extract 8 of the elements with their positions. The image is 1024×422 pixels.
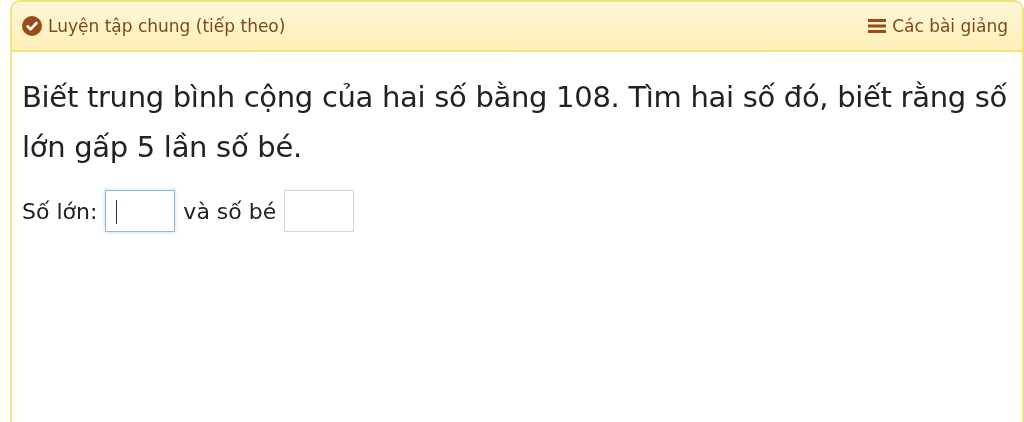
question-text: Biết trung bình cộng của hai số bằng 108. Tìm hai số đó, biết rằng số lớn gấp 5 lần số bé. (22, 79, 1009, 166)
menu-icon (868, 18, 887, 34)
answer-field[interactable] (105, 190, 176, 232)
lessons-link[interactable]: Các bài giảng (868, 16, 1008, 36)
answer-label: và số bé (183, 198, 277, 224)
answer-field[interactable] (284, 190, 355, 232)
answer-label: Số lớn: (22, 198, 98, 224)
lesson-title: Luyện tập chung (tiếp theo) (48, 16, 286, 36)
